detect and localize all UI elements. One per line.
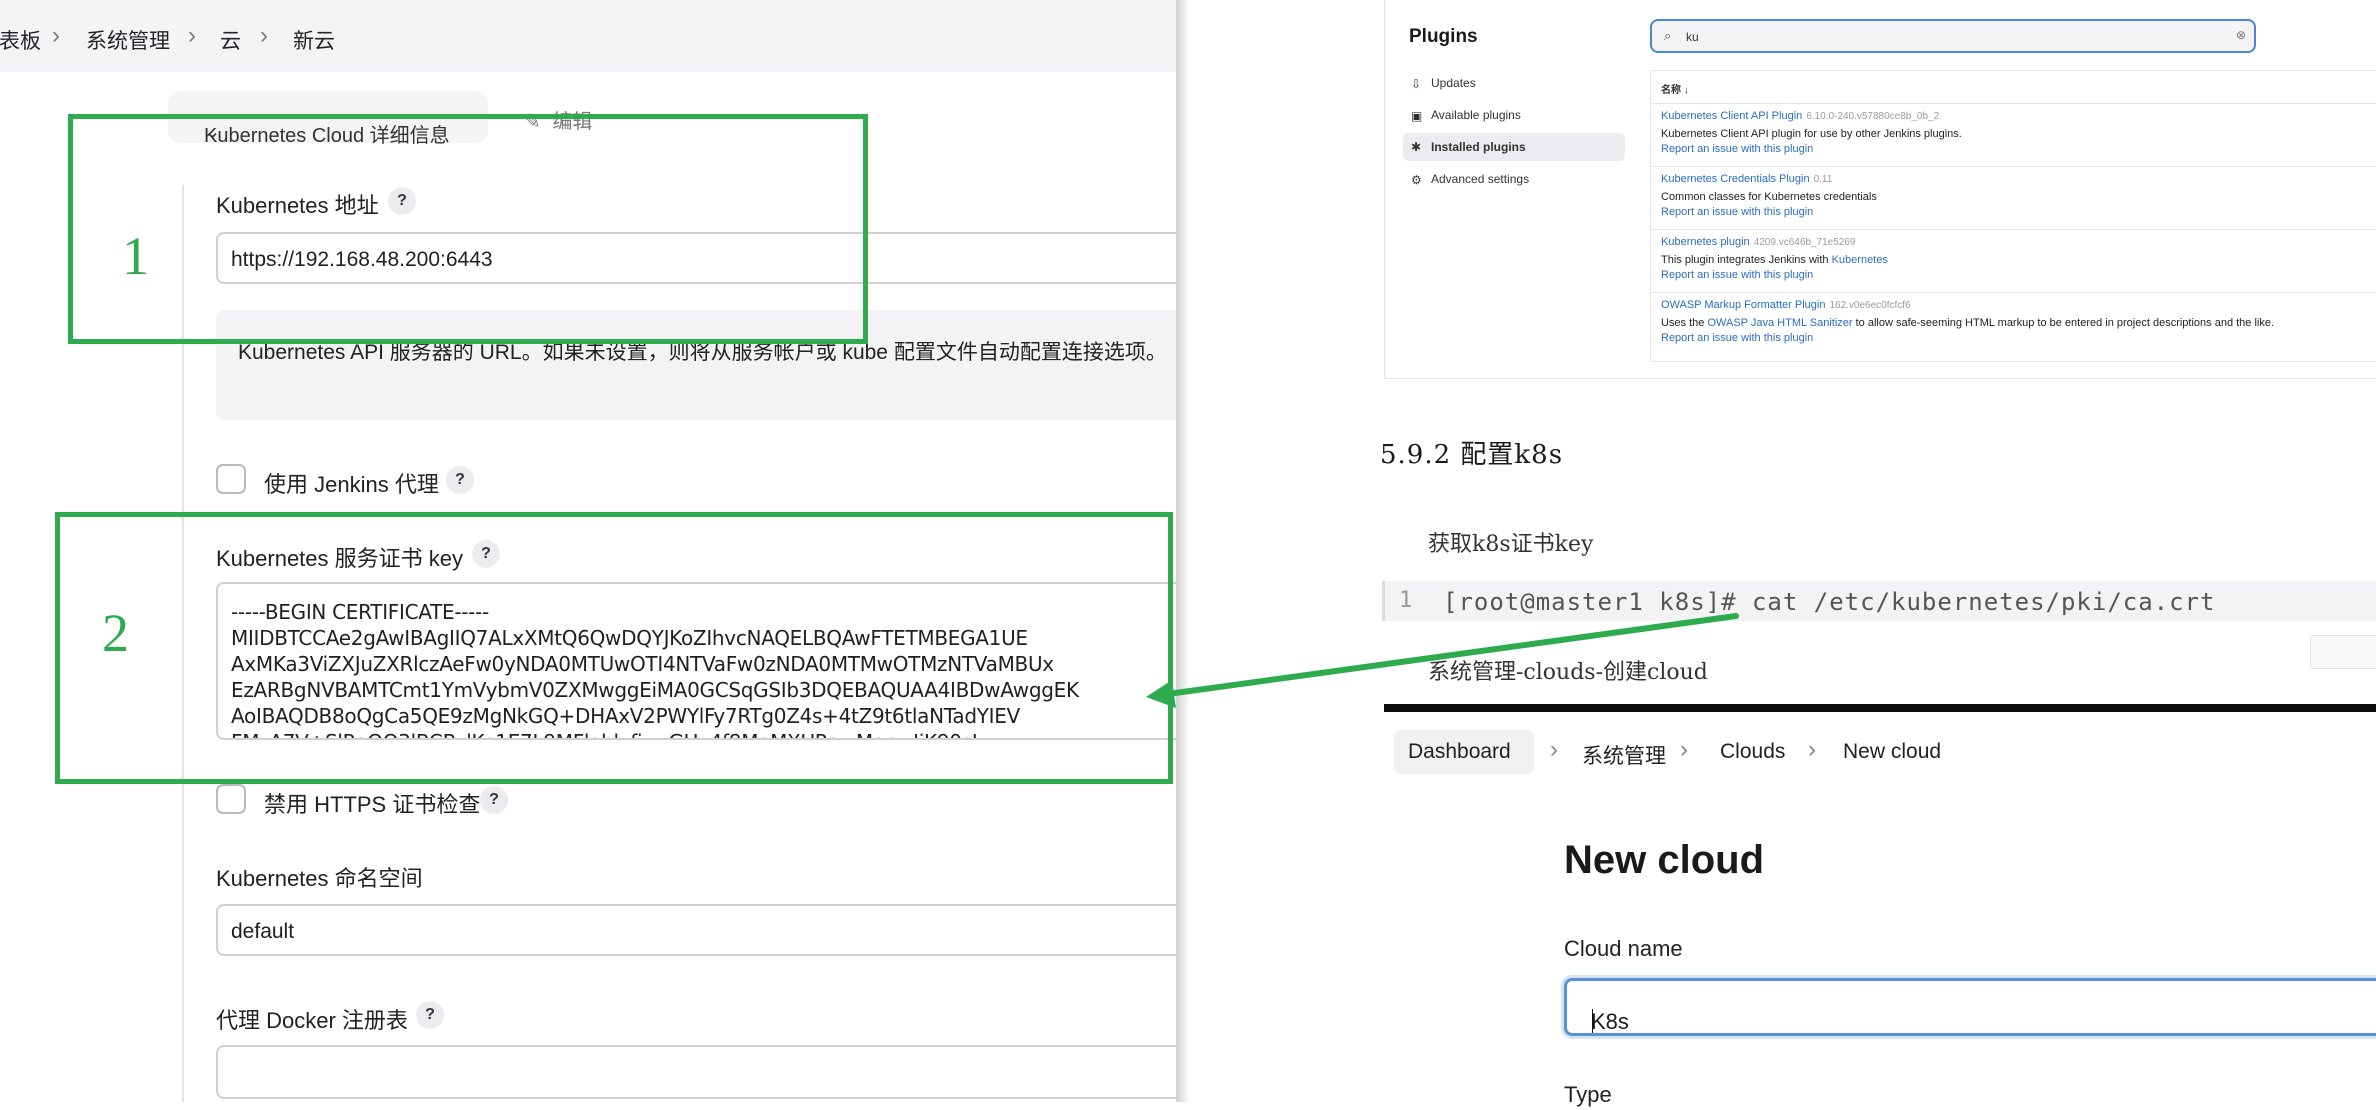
breadcrumb-clouds[interactable]: Clouds (1720, 740, 1785, 764)
namespace-label: Kubernetes 命名空间 (216, 866, 423, 891)
plugin-description: Kubernetes Client API plugin for use by … (1661, 128, 1962, 140)
cloud-name-input[interactable]: K8s (1564, 978, 2376, 1036)
breadcrumb-new-cloud[interactable]: 新云 (293, 25, 335, 55)
desc-text: This plugin integrates Jenkins with (1661, 254, 1832, 266)
download-icon: ⇩ (1411, 77, 1422, 91)
nav-label: Available plugins (1431, 108, 1521, 122)
owasp-sanitizer-link[interactable]: OWASP Java HTML Sanitizer (1707, 317, 1852, 329)
jenkins-proxy-label: 使用 Jenkins 代理 (264, 472, 439, 497)
help-icon[interactable]: ? (416, 1001, 444, 1029)
breadcrumb: 仪表板 › 系统管理 › 云 › 新云 (0, 0, 1176, 72)
search-icon: ⌕ (1664, 28, 1672, 43)
clear-icon[interactable]: ⊗ (2236, 28, 2246, 42)
breadcrumb-system-admin[interactable]: 系统管理 (1582, 740, 1666, 770)
panel-shadow (1176, 0, 1190, 1102)
nav-advanced-settings[interactable]: ⚙ Advanced settings (1411, 172, 1530, 187)
cloud-name-label: Cloud name (1564, 936, 1683, 961)
step-get-cert: 获取k8s证书key (1428, 532, 1594, 557)
plugin-search-input[interactable]: ⌕ ku ⊗ (1650, 19, 2256, 53)
plugin-version: 162.v0e6ec0fcfcf6 (1829, 300, 1911, 311)
section-heading: 5.9.2 配置k8s (1380, 440, 1564, 470)
namespace-input[interactable]: default (216, 904, 1176, 956)
table-header-name[interactable]: 名称 ↓ (1661, 81, 1689, 96)
nav-installed-plugins[interactable]: ✱ Installed plugins (1403, 133, 1625, 161)
plugin-version: 4209.vc646b_71e5269 (1753, 237, 1856, 248)
nav-available-plugins[interactable]: ▣ Available plugins (1411, 108, 1521, 123)
breadcrumb-dashboard[interactable]: Dashboard (1408, 740, 1511, 764)
plugin-name: Kubernetes Credentials Plugin (1661, 173, 1810, 185)
desc-text: Uses the (1661, 317, 1708, 329)
desc-text: to allow safe-seeming HTML markup to be … (1852, 317, 2275, 329)
plugin-description: This plugin integrates Jenkins with Kube… (1661, 254, 1888, 266)
installed-plugins-table: 名称 ↓ Kubernetes Client API Plugin 6.10.0-… (1650, 70, 2376, 362)
breadcrumb-system-admin[interactable]: 系统管理 (86, 25, 170, 55)
breadcrumb-separator-icon: › (260, 22, 268, 49)
bag-icon: ▣ (1411, 109, 1423, 123)
table-row: Kubernetes plugin 4209.vc646b_71e5269 Thi… (1651, 229, 2376, 293)
docker-registry-label: 代理 Docker 注册表 (216, 1008, 408, 1033)
plugin-description: Common classes for Kubernetes credential… (1661, 191, 1877, 203)
breadcrumb-new-cloud[interactable]: New cloud (1843, 740, 1941, 764)
report-issue-link[interactable]: Report an issue with this plugin (1661, 143, 1813, 155)
plugin-version: 6.10.0-240.v57880ce8b_0b_2 (1806, 111, 1940, 122)
breadcrumb-dashboard[interactable]: 仪表板 (0, 25, 41, 55)
kubernetes-link[interactable]: Kubernetes (1832, 254, 1888, 266)
breadcrumb-separator-icon: › (1680, 736, 1688, 763)
annotation-box-2 (55, 512, 1173, 784)
line-number: 1 (1399, 588, 1413, 613)
nav-label: Updates (1431, 76, 1476, 90)
gear-icon: ⚙ (1411, 173, 1422, 187)
table-row: OWASP Markup Formatter Plugin 162.v0e6ec0… (1651, 292, 2376, 361)
disable-https-check-label: 禁用 HTTPS 证书检查 (264, 792, 481, 817)
step-create-cloud: 系统管理-clouds-创建cloud (1428, 660, 1708, 685)
puzzle-icon: ✱ (1411, 140, 1422, 154)
plugin-name-link[interactable]: Kubernetes Client API Plugin 6.10.0-240.v… (1661, 110, 1939, 122)
table-row: Kubernetes Client API Plugin 6.10.0-240.v… (1651, 103, 2376, 167)
jenkins-proxy-checkbox[interactable] (216, 464, 246, 494)
plugin-name-link[interactable]: OWASP Markup Formatter Plugin 162.v0e6ec0… (1661, 299, 1911, 311)
breadcrumb-separator-icon: › (52, 22, 60, 49)
table-row: Kubernetes Credentials Plugin 0.11 Common… (1651, 166, 2376, 230)
text-caret (1592, 1009, 1593, 1033)
plugins-title: Plugins (1409, 26, 1478, 47)
plugin-description: Uses the OWASP Java HTML Sanitizer to al… (1661, 317, 2274, 329)
plugins-screenshot: Plugins ⌕ ku ⊗ ⇩ Updates ▣ Available plugi… (1384, 0, 2376, 379)
new-cloud-screenshot: Dashboard › 系统管理 › Clouds › New cloud Ne… (1384, 704, 2376, 1110)
breadcrumb-separator-icon: › (188, 22, 196, 49)
help-icon[interactable]: ? (480, 786, 508, 814)
report-issue-link[interactable]: Report an issue with this plugin (1661, 206, 1813, 218)
search-value: ku (1686, 30, 1699, 44)
annotation-label-1: 1 (122, 226, 149, 286)
code-line: [root@master1 k8s]# cat /etc/kubernetes/… (1443, 588, 2216, 616)
annotation-box-1 (68, 114, 868, 344)
nav-updates[interactable]: ⇩ Updates (1411, 76, 1476, 91)
page-title: New cloud (1564, 838, 1765, 882)
help-icon[interactable]: ? (446, 466, 474, 494)
plugin-version: 0.11 (1813, 174, 1833, 185)
cloud-name-value: K8s (1591, 1009, 1629, 1034)
docker-registry-input[interactable] (216, 1045, 1176, 1099)
plugin-name: Kubernetes plugin (1661, 236, 1750, 248)
annotation-label-2: 2 (102, 603, 129, 663)
plugin-name-link[interactable]: Kubernetes plugin 4209.vc646b_71e5269 (1661, 236, 1855, 248)
plugin-name: Kubernetes Client API Plugin (1661, 110, 1803, 122)
nav-label: Installed plugins (1431, 140, 1526, 154)
report-issue-link[interactable]: Report an issue with this plugin (1661, 269, 1813, 281)
copy-code-button[interactable] (2310, 635, 2376, 669)
disable-https-check-checkbox[interactable] (216, 784, 246, 814)
nav-label: Advanced settings (1431, 172, 1530, 186)
code-block: 1 [root@master1 k8s]# cat /etc/kubernete… (1382, 581, 2376, 621)
breadcrumb-separator-icon: › (1550, 736, 1558, 763)
report-issue-link[interactable]: Report an issue with this plugin (1661, 332, 1813, 344)
type-label: Type (1564, 1082, 1612, 1107)
breadcrumb-separator-icon: › (1808, 736, 1816, 763)
plugin-name: OWASP Markup Formatter Plugin (1661, 299, 1826, 311)
breadcrumb-clouds[interactable]: 云 (220, 25, 241, 55)
plugin-name-link[interactable]: Kubernetes Credentials Plugin 0.11 (1661, 173, 1832, 185)
